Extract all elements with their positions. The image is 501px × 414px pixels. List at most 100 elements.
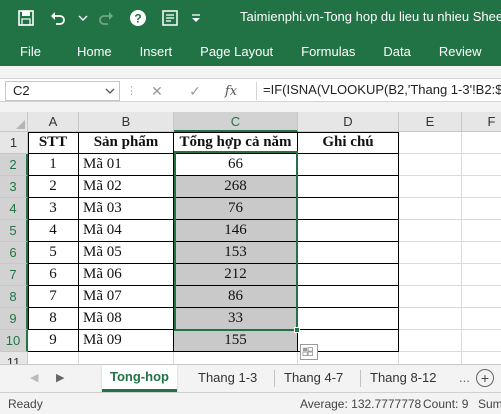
- column-header-f[interactable]: F: [462, 112, 501, 132]
- customize-qat-button[interactable]: [190, 6, 202, 30]
- table-cell[interactable]: [462, 330, 501, 352]
- sheet-tab-thang-1-3[interactable]: Thang 1-3: [190, 365, 265, 392]
- table-cell[interactable]: Mã 03: [79, 198, 174, 220]
- table-cell[interactable]: 5: [28, 242, 79, 264]
- more-sheets-button[interactable]: ...: [459, 370, 470, 385]
- table-cell[interactable]: 33: [174, 308, 298, 330]
- row-header[interactable]: 7: [0, 264, 28, 286]
- sheet-nav-next-button[interactable]: ▶: [56, 371, 64, 384]
- column-header-d[interactable]: D: [298, 112, 399, 132]
- table-cell[interactable]: [462, 176, 501, 198]
- row-header[interactable]: 1: [0, 132, 28, 154]
- tab-review[interactable]: Review: [425, 44, 496, 59]
- table-cell[interactable]: 7: [28, 286, 79, 308]
- table-cell[interactable]: 268: [174, 176, 298, 198]
- header-cell[interactable]: Ghi chú: [298, 132, 399, 154]
- table-cell[interactable]: [298, 154, 399, 176]
- tab-data[interactable]: Data: [369, 44, 424, 59]
- name-box[interactable]: C2: [5, 81, 120, 101]
- table-cell[interactable]: 76: [174, 198, 298, 220]
- table-cell[interactable]: Mã 01: [79, 154, 174, 176]
- table-cell[interactable]: 3: [28, 198, 79, 220]
- table-cell[interactable]: [462, 264, 501, 286]
- row-header[interactable]: 8: [0, 286, 28, 308]
- row-header[interactable]: 3: [0, 176, 28, 198]
- form-button[interactable]: [158, 6, 182, 30]
- header-cell[interactable]: Sản phẩm: [79, 132, 174, 154]
- table-cell[interactable]: [298, 286, 399, 308]
- table-cell[interactable]: [462, 154, 501, 176]
- tab-formulas[interactable]: Formulas: [287, 44, 369, 59]
- tab-home[interactable]: Home: [63, 44, 126, 59]
- table-cell[interactable]: [399, 352, 462, 364]
- row-header[interactable]: 6: [0, 242, 28, 264]
- table-cell[interactable]: 1: [28, 154, 79, 176]
- table-cell[interactable]: [399, 242, 462, 264]
- table-cell[interactable]: 9: [28, 330, 79, 352]
- table-cell[interactable]: [298, 220, 399, 242]
- cancel-button[interactable]: ✕: [148, 82, 166, 100]
- table-cell[interactable]: [399, 198, 462, 220]
- table-cell[interactable]: 212: [174, 264, 298, 286]
- column-header-c[interactable]: C: [174, 112, 298, 132]
- table-cell[interactable]: [79, 352, 174, 364]
- table-cell[interactable]: [399, 264, 462, 286]
- formula-input[interactable]: =IF(ISNA(VLOOKUP(B2,'Thang 1-3'!B2:$: [256, 82, 501, 100]
- row-header[interactable]: 2: [0, 154, 28, 176]
- fill-handle[interactable]: [294, 327, 300, 333]
- table-cell[interactable]: [462, 286, 501, 308]
- table-cell[interactable]: [399, 330, 462, 352]
- table-cell[interactable]: [28, 352, 79, 364]
- table-cell[interactable]: [298, 198, 399, 220]
- row-header[interactable]: 4: [0, 198, 28, 220]
- table-cell[interactable]: [462, 352, 501, 364]
- table-cell[interactable]: 155: [174, 330, 298, 352]
- tab-page-layout[interactable]: Page Layout: [186, 44, 287, 59]
- undo-dropdown-button[interactable]: [78, 6, 88, 30]
- table-cell[interactable]: [399, 154, 462, 176]
- table-cell[interactable]: [399, 220, 462, 242]
- sheet-nav-prev-button[interactable]: ◀: [30, 371, 38, 384]
- table-cell[interactable]: [462, 198, 501, 220]
- redo-button[interactable]: [94, 6, 118, 30]
- table-cell[interactable]: 8: [28, 308, 79, 330]
- table-cell[interactable]: Mã 05: [79, 242, 174, 264]
- row-header[interactable]: 10: [0, 330, 28, 352]
- table-cell[interactable]: [399, 286, 462, 308]
- help-button[interactable]: ?: [126, 6, 150, 30]
- select-all-button[interactable]: [0, 112, 28, 132]
- column-header-b[interactable]: B: [79, 112, 174, 132]
- sheet-tab-tong-hop[interactable]: Tong-hop: [102, 365, 177, 392]
- table-cell[interactable]: [174, 352, 298, 364]
- row-header[interactable]: 5: [0, 220, 28, 242]
- add-sheet-button[interactable]: +: [476, 369, 494, 387]
- table-cell[interactable]: 66: [174, 154, 298, 176]
- table-cell[interactable]: Mã 06: [79, 264, 174, 286]
- table-cell[interactable]: 153: [174, 242, 298, 264]
- sheet-tab-thang-4-7[interactable]: Thang 4-7: [276, 365, 351, 392]
- table-cell[interactable]: 6: [28, 264, 79, 286]
- header-cell[interactable]: [399, 132, 462, 154]
- table-cell[interactable]: Mã 04: [79, 220, 174, 242]
- insert-function-button[interactable]: fx: [222, 82, 240, 100]
- table-cell[interactable]: 2: [28, 176, 79, 198]
- tab-file[interactable]: File: [0, 44, 63, 59]
- sheet-tab-thang-8-12[interactable]: Thang 8-12: [362, 365, 445, 392]
- table-cell[interactable]: 146: [174, 220, 298, 242]
- table-cell[interactable]: 4: [28, 220, 79, 242]
- header-cell[interactable]: Tổng hợp cả năm: [174, 132, 298, 154]
- row-header[interactable]: 11: [0, 352, 28, 364]
- table-cell[interactable]: Mã 09: [79, 330, 174, 352]
- enter-button[interactable]: ✓: [186, 82, 204, 100]
- table-cell[interactable]: [462, 242, 501, 264]
- column-header-a[interactable]: A: [28, 112, 79, 132]
- column-header-e[interactable]: E: [399, 112, 462, 132]
- table-cell[interactable]: [298, 242, 399, 264]
- quick-analysis-button[interactable]: [300, 344, 318, 360]
- table-cell[interactable]: 86: [174, 286, 298, 308]
- table-cell[interactable]: [298, 176, 399, 198]
- table-cell[interactable]: [462, 308, 501, 330]
- table-cell[interactable]: Mã 08: [79, 308, 174, 330]
- table-cell[interactable]: [298, 308, 399, 330]
- row-header[interactable]: 9: [0, 308, 28, 330]
